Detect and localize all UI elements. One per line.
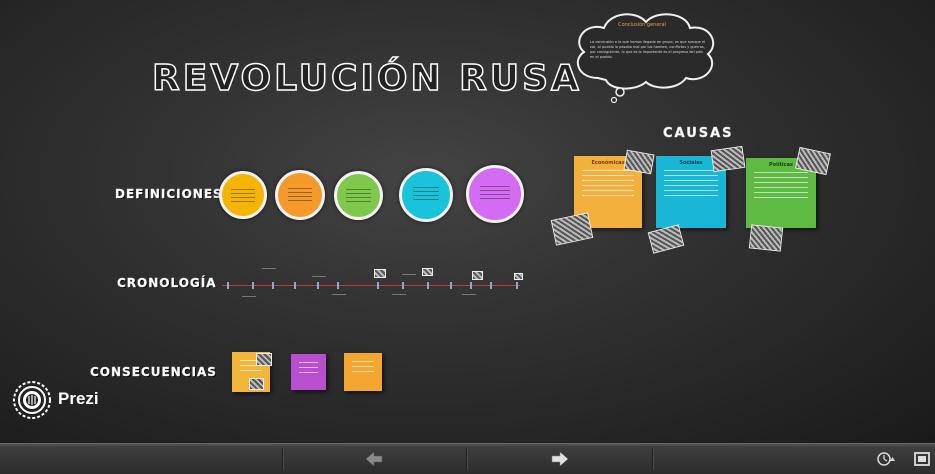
timeline-event-text	[462, 294, 476, 295]
consecuencia-photo	[256, 353, 272, 366]
timeline-tick	[470, 282, 472, 289]
causas-heading: CAUSAS	[663, 126, 734, 142]
prezi-logo-text: Prezi	[58, 389, 99, 408]
timeline-tick	[337, 282, 339, 289]
timeline-event-text	[332, 294, 346, 295]
timeline-tick	[294, 282, 296, 289]
consecuencia-note[interactable]	[291, 354, 326, 390]
timeline-event-text	[242, 296, 256, 297]
timeline-event-text	[392, 294, 406, 295]
timeline-tick	[317, 282, 319, 289]
timeline-photo[interactable]	[514, 273, 523, 280]
conclusion-text: La conclusión a la que hemos llegado en …	[590, 40, 706, 59]
causa-photo	[748, 224, 784, 252]
causa-photo	[550, 212, 594, 246]
definition-circle[interactable]	[275, 170, 325, 220]
timeline-event-text	[402, 274, 416, 275]
prezi-canvas[interactable]: REVOLUCIÓN RUSA DEFINICIONES CRONOLOGÍA …	[0, 0, 935, 443]
fullscreen-icon[interactable]	[912, 450, 932, 468]
timeline-tick	[450, 282, 452, 289]
prezi-logo-icon	[13, 381, 51, 419]
definition-circle[interactable]	[219, 171, 267, 219]
consecuencia-photo	[249, 378, 264, 390]
definition-circle[interactable]	[334, 171, 383, 220]
timeline[interactable]	[222, 268, 523, 297]
causa-photo	[647, 224, 685, 254]
timeline-tick	[272, 282, 274, 289]
definition-circle[interactable]	[466, 165, 524, 223]
presentation-title: REVOLUCIÓN RUSA	[151, 57, 582, 100]
consecuencia-note[interactable]	[344, 353, 382, 391]
timeline-tick	[252, 282, 254, 289]
toolbar-divider	[466, 448, 468, 470]
timeline-photo[interactable]	[374, 269, 386, 278]
toolbar-divider	[652, 448, 654, 470]
section-label-definiciones: DEFINICIONES	[115, 187, 223, 201]
previous-arrow-icon[interactable]	[364, 450, 384, 468]
section-label-consecuencias: CONSECUENCIAS	[90, 365, 217, 379]
timeline-tick	[490, 282, 492, 289]
player-toolbar	[0, 443, 935, 474]
timeline-photo[interactable]	[422, 268, 433, 276]
definition-circle[interactable]	[399, 168, 453, 222]
timeline-tick	[402, 282, 404, 289]
autoplay-icon[interactable]	[876, 450, 896, 468]
timeline-tick	[427, 282, 429, 289]
timeline-photo[interactable]	[472, 271, 483, 280]
timeline-event-text	[312, 276, 326, 277]
timeline-event-text	[262, 268, 276, 269]
timeline-tick	[516, 282, 518, 289]
section-label-cronologia: CRONOLOGÍA	[117, 276, 217, 290]
conclusion-title: Conclusión general	[618, 22, 666, 28]
causa-photo	[710, 145, 746, 173]
timeline-tick	[377, 282, 379, 289]
timeline-tick	[227, 282, 229, 289]
next-arrow-icon[interactable]	[550, 450, 570, 468]
toolbar-divider	[282, 448, 284, 470]
